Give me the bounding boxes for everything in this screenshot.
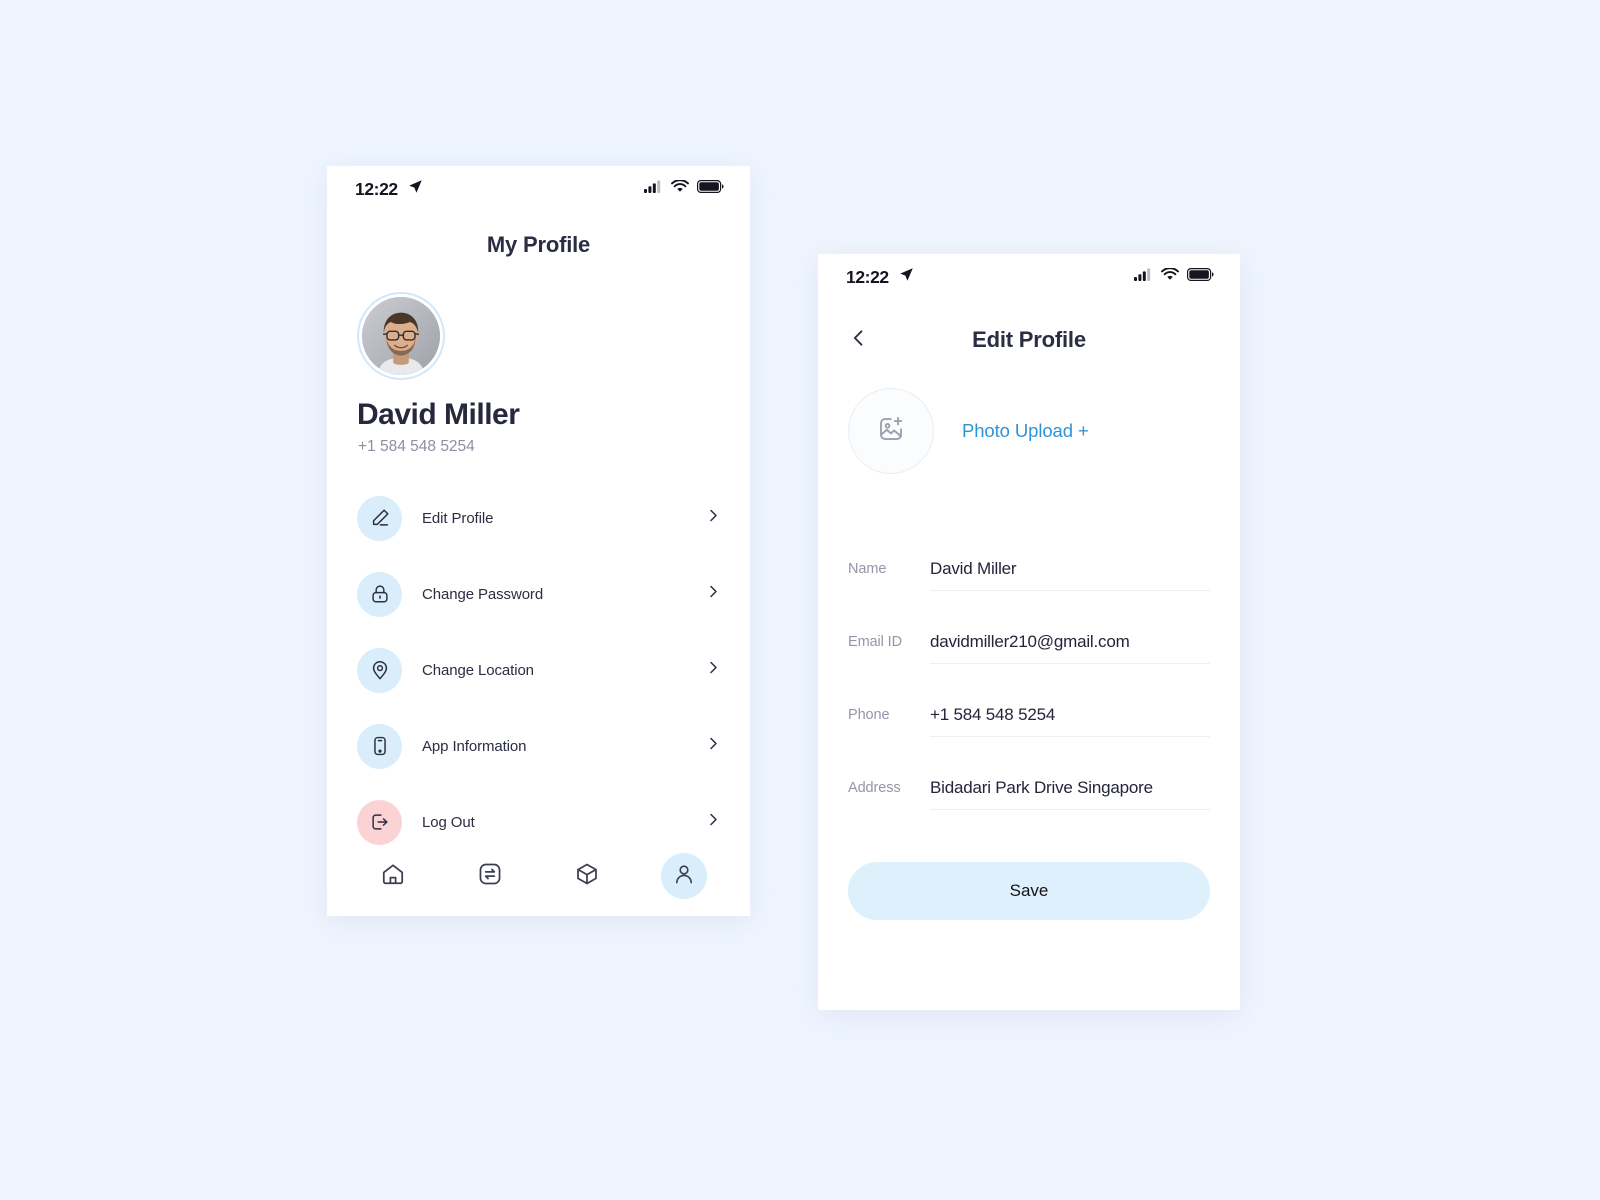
page-title: My Profile <box>486 232 591 257</box>
chevron-left-icon <box>849 328 869 353</box>
save-button[interactable]: Save <box>848 862 1210 920</box>
menu-item-label: Edit Profile <box>422 509 494 527</box>
profile-name: David Miller <box>357 398 520 431</box>
pencil-icon <box>357 495 402 541</box>
canvas: 12:22 My Profile David Miller +1 584 548… <box>0 0 1600 1200</box>
field-control <box>930 778 1210 810</box>
field-label: Name <box>848 561 887 577</box>
avatar <box>357 292 445 380</box>
field-control <box>930 559 1210 591</box>
status-bar-right <box>1134 267 1214 286</box>
field-email: Email ID <box>848 591 1210 664</box>
status-bar: 12:22 <box>327 166 750 212</box>
tab-home[interactable] <box>370 853 416 899</box>
menu-item-edit-profile[interactable]: Edit Profile <box>327 480 750 556</box>
field-label: Phone <box>848 707 890 723</box>
tab-orders[interactable] <box>564 853 610 899</box>
status-bar-left: 12:22 <box>355 179 423 200</box>
menu-item-label: App Information <box>422 737 527 755</box>
battery-full-icon <box>1187 268 1214 286</box>
chevron-right-icon <box>706 508 721 528</box>
status-time: 12:22 <box>846 266 889 287</box>
field-control <box>930 632 1210 664</box>
chevron-right-icon <box>706 812 721 832</box>
photo-upload-button[interactable] <box>848 388 934 474</box>
wifi-icon <box>1161 267 1179 286</box>
email-input[interactable] <box>930 632 1210 652</box>
home-icon <box>380 861 406 892</box>
menu-item-label: Change Location <box>422 661 534 679</box>
battery-full-icon <box>697 180 724 198</box>
photo-upload-link[interactable]: Photo Upload + <box>962 420 1089 442</box>
edit-profile-screen-frame: 12:22 Edit Profile Photo Upload + Name D… <box>818 254 1240 1010</box>
page-title: Edit Profile <box>972 327 1086 352</box>
image-add-icon <box>876 414 906 449</box>
photo-upload-row: Photo Upload + <box>848 388 1240 474</box>
menu-item-label: Log Out <box>422 813 475 831</box>
field-address: Address <box>848 737 1210 810</box>
cellular-signal-icon <box>1134 268 1153 286</box>
chevron-right-icon <box>706 736 721 756</box>
chevron-right-icon <box>706 584 721 604</box>
edit-profile-header: Edit Profile <box>818 322 1240 358</box>
field-phone: Phone <box>848 664 1210 737</box>
tab-transfer[interactable] <box>467 853 513 899</box>
wifi-icon <box>671 179 689 198</box>
person-icon <box>672 862 696 891</box>
user-avatar-photo <box>362 297 440 375</box>
field-control <box>930 705 1210 737</box>
edit-profile-form: Name Email ID Phone Address <box>818 518 1240 810</box>
status-time: 12:22 <box>355 178 398 199</box>
location-arrow-icon <box>899 267 914 287</box>
chevron-right-icon <box>706 660 721 680</box>
menu-item-app-information[interactable]: App Information <box>327 708 750 784</box>
cube-icon <box>574 861 600 892</box>
field-label: Address <box>848 780 901 796</box>
profile-phone: +1 584 548 5254 <box>358 438 475 455</box>
map-pin-icon <box>357 647 402 693</box>
back-button[interactable] <box>844 325 874 355</box>
field-name: Name <box>848 518 1210 591</box>
phone-input[interactable] <box>930 705 1210 725</box>
field-label: Email ID <box>848 634 902 650</box>
status-bar-right <box>644 179 724 198</box>
lock-icon <box>357 571 402 617</box>
bottom-navigation <box>327 836 750 916</box>
tab-profile[interactable] <box>660 853 707 899</box>
profile-screen-frame: 12:22 My Profile David Miller +1 584 548… <box>327 166 750 916</box>
cellular-signal-icon <box>644 180 663 198</box>
menu-item-label: Change Password <box>422 585 544 603</box>
menu-item-change-location[interactable]: Change Location <box>327 632 750 708</box>
menu-item-change-password[interactable]: Change Password <box>327 556 750 632</box>
mobile-phone-icon <box>357 723 402 769</box>
status-bar: 12:22 <box>818 254 1240 300</box>
status-bar-left: 12:22 <box>846 267 914 288</box>
transfer-icon <box>477 861 503 892</box>
name-input[interactable] <box>930 559 1210 579</box>
address-input[interactable] <box>930 778 1210 798</box>
settings-menu: Edit Profile Change Password Change Loca… <box>327 480 750 860</box>
location-arrow-icon <box>408 179 423 199</box>
